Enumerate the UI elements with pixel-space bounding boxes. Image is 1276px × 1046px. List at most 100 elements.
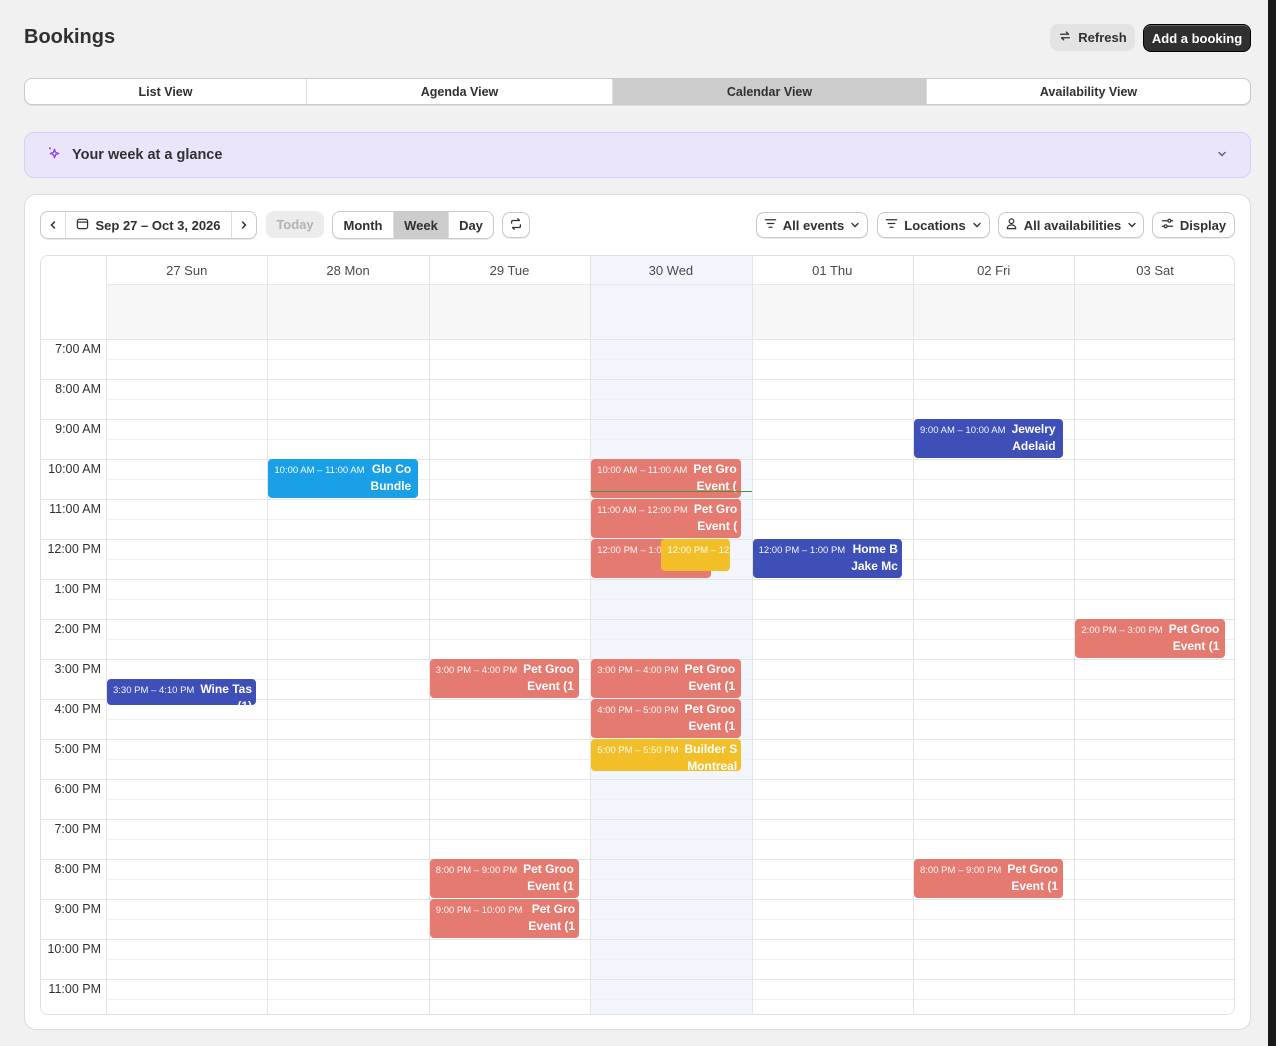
event-title: Glo Co Bundle <box>371 461 412 495</box>
chevron-down-icon[interactable] <box>1216 148 1228 163</box>
mode-week[interactable]: Week <box>394 212 449 238</box>
all-day-cell[interactable] <box>913 284 1075 339</box>
glance-title: Your week at a glance <box>72 147 223 163</box>
refresh-label: Refresh <box>1078 30 1127 45</box>
time-label: 7:00 AM <box>55 342 101 356</box>
booking-event[interactable]: 8:00 PM – 9:00 PM Pet Groo Event (1 <box>429 859 580 898</box>
refresh-button[interactable]: Refresh <box>1050 24 1135 51</box>
time-label: 10:00 AM <box>48 462 101 476</box>
event-title: Jewelry Adelaid <box>1012 421 1056 455</box>
chevron-down-icon <box>850 218 860 233</box>
event-title-line: Wine Tas <box>200 682 253 696</box>
half-hour-gridline <box>106 839 1234 840</box>
event-title: Pet Groo Event (1 <box>685 661 736 695</box>
event-title-line: Pet Groo <box>684 662 736 676</box>
day-header[interactable]: 02 Fri <box>913 256 1074 284</box>
all-day-cell[interactable] <box>590 284 752 339</box>
availabilities-filter[interactable]: All availabilities <box>998 212 1144 238</box>
all-day-cell[interactable] <box>1074 284 1234 339</box>
add-booking-button[interactable]: Add a booking <box>1143 24 1251 52</box>
day-header[interactable]: 27 Sun <box>106 256 267 284</box>
event-subtitle-line: Montreal <box>687 759 738 772</box>
locations-filter[interactable]: Locations <box>877 212 990 238</box>
hour-gridline <box>41 379 1234 380</box>
event-subtitle-line: Event (1 <box>527 879 574 893</box>
day-header[interactable]: 01 Thu <box>752 256 913 284</box>
all-day-cell[interactable] <box>106 284 268 339</box>
locations-filter-label: Locations <box>904 217 966 233</box>
refresh-icon <box>1058 29 1072 46</box>
half-hour-gridline <box>106 879 1234 880</box>
event-title-line: Home B <box>852 542 898 556</box>
tab-agenda-view[interactable]: Agenda View <box>307 79 613 104</box>
booking-event[interactable]: 3:00 PM – 4:00 PM Pet Groo Event (1 <box>591 659 741 698</box>
all-day-cell[interactable] <box>751 284 913 339</box>
time-label: 11:00 AM <box>49 502 101 516</box>
booking-event[interactable]: 12:00 PM – 12: <box>661 539 731 572</box>
event-time: 11:00 AM – 12:00 PM <box>597 505 688 516</box>
booking-event[interactable]: 5:00 PM – 5:50 PM Builder S Montreal <box>591 739 741 772</box>
display-button[interactable]: Display <box>1152 212 1235 238</box>
time-label: 9:00 AM <box>55 422 101 436</box>
event-subtitle-line: Event ( <box>696 479 737 493</box>
booking-event[interactable]: 10:00 AM – 11:00 AM Pet Gro Event ( <box>591 459 741 498</box>
booking-event[interactable]: 9:00 PM – 10:00 PM Pet Gro Event (1 <box>429 899 580 938</box>
booking-event[interactable]: 3:30 PM – 4:10 PM Wine Tas (1) <box>107 679 257 705</box>
event-title-line: Pet Gro <box>693 462 737 476</box>
mode-month[interactable]: Month <box>333 212 394 238</box>
hour-gridline <box>41 619 1234 620</box>
half-hour-gridline <box>106 639 1234 640</box>
all-day-cell[interactable] <box>428 284 591 339</box>
time-label: 1:00 PM <box>54 582 101 596</box>
hour-gridline <box>41 819 1234 820</box>
event-subtitle-line: (1) <box>200 698 252 705</box>
booking-event[interactable]: 3:00 PM – 4:00 PM Pet Groo Event (1 <box>429 659 580 698</box>
time-label: 8:00 PM <box>54 862 101 876</box>
booking-event[interactable]: 2:00 PM – 3:00 PM Pet Groo Event (1 <box>1075 619 1225 658</box>
day-header[interactable]: 30 Wed <box>590 256 751 284</box>
chevron-right-icon[interactable] <box>231 212 256 238</box>
events-filter[interactable]: All events <box>756 212 868 238</box>
sparkle-icon <box>47 146 62 165</box>
sync-button[interactable] <box>502 212 530 238</box>
display-label: Display <box>1179 217 1227 233</box>
event-time: 5:00 PM – 5:50 PM <box>597 745 679 756</box>
day-header[interactable]: 29 Tue <box>429 256 590 284</box>
event-title: Pet Groo Event (1 <box>523 661 574 695</box>
mode-day[interactable]: Day <box>449 212 493 238</box>
chevron-down-icon <box>1127 218 1137 233</box>
booking-event[interactable]: 4:00 PM – 5:00 PM Pet Groo Event (1 <box>591 699 741 738</box>
date-range-picker[interactable]: Sep 27 – Oct 3, 2026 <box>66 212 231 238</box>
week-glance-panel[interactable]: Your week at a glance <box>24 132 1251 178</box>
chevron-left-icon[interactable] <box>41 212 66 238</box>
time-label: 3:00 PM <box>54 662 101 676</box>
today-button[interactable]: Today <box>266 211 324 238</box>
booking-event[interactable]: 9:00 AM – 10:00 AM Jewelry Adelaid <box>914 419 1064 458</box>
booking-event[interactable]: 12:00 PM – 1:00 PM Home B Jake Mc <box>752 539 902 578</box>
tab-calendar-view[interactable]: Calendar View <box>613 79 927 104</box>
window-edge <box>1268 0 1276 1046</box>
event-title: Builder S Montreal <box>685 741 738 771</box>
all-day-cell[interactable] <box>267 284 429 339</box>
day-header[interactable]: 03 Sat <box>1074 256 1234 284</box>
event-title-line: Pet Groo <box>523 662 574 676</box>
current-time-indicator <box>590 491 752 492</box>
sync-icon <box>509 217 523 234</box>
half-hour-gridline <box>106 959 1234 960</box>
day-header[interactable]: 28 Mon <box>267 256 428 284</box>
half-hour-gridline <box>106 599 1234 600</box>
event-time: 9:00 PM – 10:00 PM <box>435 905 523 916</box>
event-title-line: Pet Gro <box>531 902 576 916</box>
booking-event[interactable]: 10:00 AM – 11:00 AM Glo Co Bundle <box>268 459 418 498</box>
booking-event[interactable]: 11:00 AM – 12:00 PM Pet Gro Event ( <box>591 499 741 538</box>
time-label: 6:00 PM <box>54 782 101 796</box>
tab-list-view[interactable]: List View <box>25 79 307 104</box>
event-title: Pet Gro Event ( <box>693 461 736 495</box>
hour-gridline <box>41 979 1234 980</box>
event-time: 2:00 PM – 3:00 PM <box>1081 625 1163 636</box>
booking-event[interactable]: 8:00 PM – 9:00 PM Pet Groo Event (1 <box>914 859 1064 898</box>
tab-availability-view[interactable]: Availability View <box>927 79 1250 104</box>
event-time: 12:00 PM – 12: <box>667 545 731 556</box>
half-hour-gridline <box>106 999 1234 1000</box>
sliders-icon <box>1161 217 1174 233</box>
